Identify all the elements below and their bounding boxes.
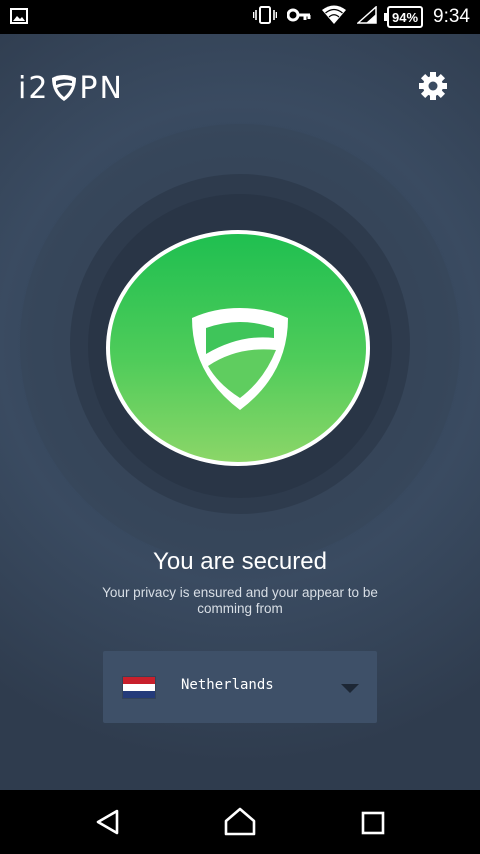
app-screen: i2 PN You are secured Your privacy is en…: [0, 34, 480, 790]
logo-shield-icon: [52, 75, 77, 101]
recent-apps-icon: [361, 811, 385, 835]
vpn-key-icon: [286, 8, 311, 27]
status-time: 9:34: [433, 6, 470, 27]
recent-apps-button[interactable]: [361, 811, 385, 840]
battery-percent: 94%: [391, 9, 419, 25]
logo-prefix: i2: [18, 70, 50, 106]
home-icon: [224, 807, 256, 836]
settings-button[interactable]: [418, 71, 448, 101]
gallery-notification-icon: [10, 8, 28, 29]
shield-icon: [192, 308, 288, 410]
connect-button[interactable]: [106, 230, 370, 466]
caret-down-icon: [341, 684, 359, 693]
back-icon: [96, 809, 119, 835]
logo-suffix: PN: [79, 70, 124, 106]
back-button[interactable]: [94, 808, 120, 841]
status-bar: 94% 9:34: [0, 0, 480, 34]
status-message: Your privacy is ensured and your appear …: [102, 585, 378, 616]
vibrate-icon: [252, 5, 278, 29]
navigation-bar: [0, 790, 480, 854]
status-title: You are secured: [153, 548, 327, 575]
app-logo: i2 PN: [18, 70, 124, 106]
location-selector[interactable]: Netherlands: [103, 651, 377, 723]
gear-icon: [419, 72, 447, 100]
wifi-icon: [321, 5, 347, 30]
signal-icon: [356, 4, 377, 29]
battery-indicator: 94%: [383, 6, 424, 28]
home-button[interactable]: [224, 806, 256, 841]
netherlands-flag-icon: [123, 677, 155, 698]
selected-country: Netherlands: [181, 677, 274, 693]
